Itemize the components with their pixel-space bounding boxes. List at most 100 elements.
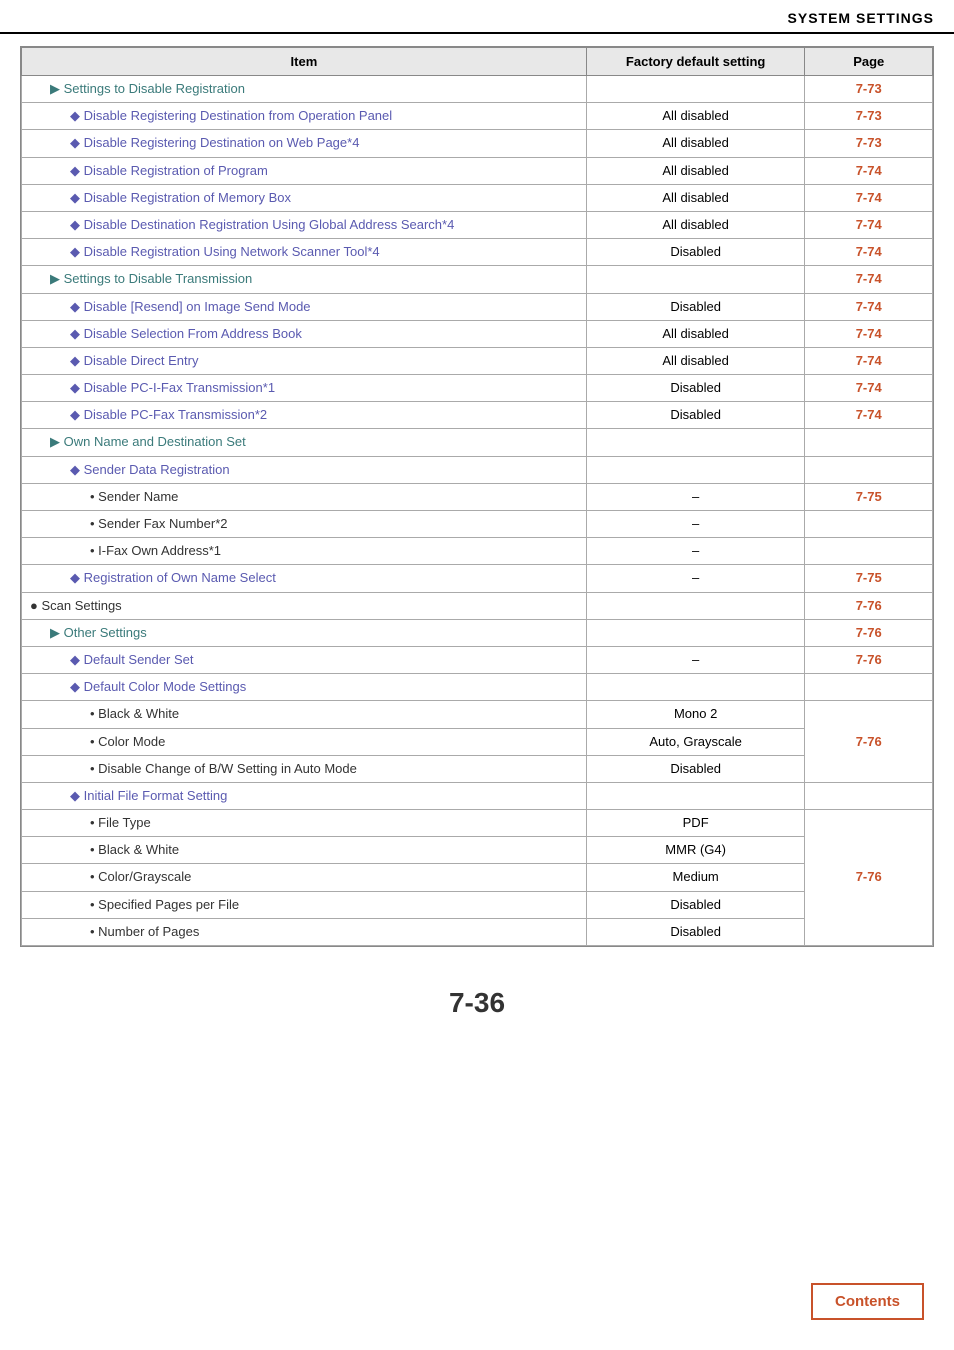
- settings-table: Item Factory default setting Page ▶ Sett…: [21, 47, 933, 946]
- page-cell: [805, 429, 933, 456]
- factory-cell: All disabled: [586, 347, 805, 374]
- factory-cell: [586, 76, 805, 103]
- factory-cell: [586, 429, 805, 456]
- main-table-container: Item Factory default setting Page ▶ Sett…: [20, 46, 934, 947]
- table-row: ▶ Settings to Disable Transmission7-74: [22, 266, 933, 293]
- page-cell: 7-76: [805, 810, 933, 946]
- item-cell: • Specified Pages per File: [22, 891, 587, 918]
- item-label: • File Type: [90, 815, 151, 830]
- table-row: ◆ Default Sender Set –7-76: [22, 646, 933, 673]
- item-cell: ▶ Settings to Disable Registration: [22, 76, 587, 103]
- table-row: ▶ Other Settings 7-76: [22, 619, 933, 646]
- item-label: ▶ Own Name and Destination Set: [50, 434, 246, 449]
- table-row: ◆ Initial File Format Setting: [22, 782, 933, 809]
- table-row: ◆ Disable Destination Registration Using…: [22, 211, 933, 238]
- factory-cell: PDF: [586, 810, 805, 837]
- table-row: ◆ Disable Registration of Memory BoxAll …: [22, 184, 933, 211]
- item-cell: ◆ Disable Destination Registration Using…: [22, 211, 587, 238]
- factory-cell: Disabled: [586, 755, 805, 782]
- item-cell: • Color Mode: [22, 728, 587, 755]
- item-label: ◆ Initial File Format Setting: [70, 788, 227, 803]
- item-label: ▶ Other Settings: [50, 625, 147, 640]
- table-row: • Number of PagesDisabled: [22, 918, 933, 945]
- table-row: ◆ Disable [Resend] on Image Send ModeDis…: [22, 293, 933, 320]
- factory-cell: –: [586, 511, 805, 538]
- table-row: ● Scan Settings 7-76: [22, 592, 933, 619]
- factory-cell: –: [586, 646, 805, 673]
- page-cell: 7-76: [805, 646, 933, 673]
- factory-cell: [586, 619, 805, 646]
- page-number: 7-36: [0, 987, 954, 1019]
- page-cell: 7-75: [805, 565, 933, 592]
- header-title: SYSTEM SETTINGS: [788, 10, 934, 26]
- item-label: • Color Mode: [90, 734, 165, 749]
- page-cell: 7-74: [805, 184, 933, 211]
- page-cell: [805, 511, 933, 538]
- item-cell: ◆ Disable PC-Fax Transmission*2: [22, 402, 587, 429]
- page-cell: 7-74: [805, 375, 933, 402]
- table-row: ◆ Disable Registering Destination from O…: [22, 103, 933, 130]
- item-cell: ◆ Sender Data Registration: [22, 456, 587, 483]
- factory-cell: Disabled: [586, 239, 805, 266]
- item-cell: • Color/Grayscale: [22, 864, 587, 891]
- item-label: ◆ Default Sender Set: [70, 652, 193, 667]
- page-cell: 7-73: [805, 130, 933, 157]
- item-label: ◆ Disable Destination Registration Using…: [70, 217, 454, 232]
- item-cell: ▶ Own Name and Destination Set: [22, 429, 587, 456]
- item-label: ◆ Disable Direct Entry: [70, 353, 198, 368]
- item-label: ◆ Disable Selection From Address Book: [70, 326, 302, 341]
- item-cell: • Sender Fax Number*2: [22, 511, 587, 538]
- factory-cell: [586, 674, 805, 701]
- page-cell: 7-76: [805, 619, 933, 646]
- item-label: ◆ Registration of Own Name Select: [70, 570, 276, 585]
- table-row: ◆ Disable Selection From Address BookAll…: [22, 320, 933, 347]
- contents-button[interactable]: Contents: [811, 1283, 924, 1320]
- table-row: • Sender Fax Number*2–: [22, 511, 933, 538]
- col-factory: Factory default setting: [586, 48, 805, 76]
- item-cell: • Number of Pages: [22, 918, 587, 945]
- table-row: ◆ Registration of Own Name Select –7-75: [22, 565, 933, 592]
- item-label: ◆ Disable [Resend] on Image Send Mode: [70, 299, 311, 314]
- table-row: • File TypePDF7-76: [22, 810, 933, 837]
- item-cell: ◆ Initial File Format Setting: [22, 782, 587, 809]
- item-label: • Black & White: [90, 706, 179, 721]
- item-label: ◆ Disable Registration Using Network Sca…: [70, 244, 380, 259]
- factory-cell: Mono 2: [586, 701, 805, 728]
- item-label: ◆ Sender Data Registration: [70, 462, 230, 477]
- factory-cell: –: [586, 565, 805, 592]
- item-cell: • Disable Change of B/W Setting in Auto …: [22, 755, 587, 782]
- factory-cell: Medium: [586, 864, 805, 891]
- item-cell: • File Type: [22, 810, 587, 837]
- factory-cell: –: [586, 538, 805, 565]
- table-row: ▶ Settings to Disable Registration7-73: [22, 76, 933, 103]
- table-row: • I-Fax Own Address*1–: [22, 538, 933, 565]
- item-cell: ◆ Disable Registration of Memory Box: [22, 184, 587, 211]
- item-cell: ◆ Disable Registering Destination from O…: [22, 103, 587, 130]
- page-cell: [805, 456, 933, 483]
- item-cell: • I-Fax Own Address*1: [22, 538, 587, 565]
- item-cell: • Black & White: [22, 701, 587, 728]
- table-row: • Sender Name–7-75: [22, 483, 933, 510]
- item-cell: ◆ Registration of Own Name Select: [22, 565, 587, 592]
- factory-cell: Disabled: [586, 918, 805, 945]
- page-cell: [805, 674, 933, 701]
- table-row: • Specified Pages per FileDisabled: [22, 891, 933, 918]
- item-label: • Specified Pages per File: [90, 897, 239, 912]
- item-cell: ◆ Disable Registration Using Network Sca…: [22, 239, 587, 266]
- table-row: ◆ Disable Registering Destination on Web…: [22, 130, 933, 157]
- table-row: ◆ Default Color Mode Settings: [22, 674, 933, 701]
- col-item: Item: [22, 48, 587, 76]
- item-label: ◆ Disable PC-I-Fax Transmission*1: [70, 380, 275, 395]
- col-page: Page: [805, 48, 933, 76]
- item-label: ● Scan Settings: [30, 598, 122, 613]
- factory-cell: [586, 266, 805, 293]
- factory-cell: MMR (G4): [586, 837, 805, 864]
- page-cell: 7-75: [805, 483, 933, 510]
- table-row: ◆ Sender Data Registration: [22, 456, 933, 483]
- factory-cell: [586, 592, 805, 619]
- factory-cell: Disabled: [586, 375, 805, 402]
- factory-cell: All disabled: [586, 103, 805, 130]
- factory-cell: All disabled: [586, 130, 805, 157]
- page-cell: 7-76: [805, 592, 933, 619]
- item-label: ◆ Default Color Mode Settings: [70, 679, 246, 694]
